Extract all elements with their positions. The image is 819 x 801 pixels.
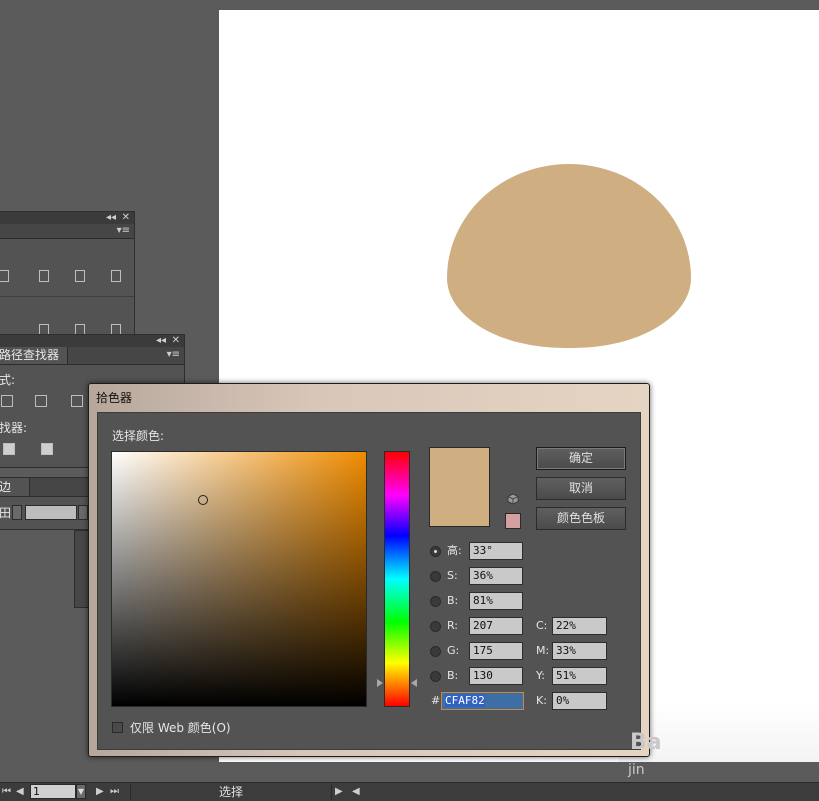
dialog-title: 拾色器: [96, 391, 133, 405]
hue-label: 高:: [447, 544, 462, 557]
color-picker-marker[interactable]: [198, 495, 209, 506]
collapse-icon[interactable]: ◂◂: [106, 212, 116, 224]
color-picker-dialog: 拾色器 选择颜色: 确定 取消 颜色色板 高: 33° S: 36% B: 81…: [88, 383, 650, 757]
saturation-label: S:: [447, 569, 458, 582]
yellow-input[interactable]: 51%: [552, 667, 607, 685]
weight-stepper[interactable]: [12, 505, 22, 520]
align-vcenter-icon[interactable]: [75, 270, 85, 282]
page-number-input[interactable]: 1: [30, 784, 76, 799]
pathfinder-tabbar: 路径查找器 ▾≡: [0, 347, 184, 365]
close-icon[interactable]: ✕: [122, 212, 130, 224]
yellow-label: Y:: [536, 669, 545, 682]
saturation-radio[interactable]: [430, 571, 441, 582]
shape-modes-label: 式:: [0, 373, 16, 387]
green-input[interactable]: 175: [469, 642, 523, 660]
magenta-input[interactable]: 33%: [552, 642, 607, 660]
hue-slider-left-arrow[interactable]: [377, 679, 383, 688]
align-left-icon[interactable]: [0, 270, 9, 282]
color-swatches-button[interactable]: 颜色色板: [536, 507, 626, 530]
panel-menu-icon[interactable]: ▾≡: [117, 225, 130, 237]
black-label: K:: [536, 694, 547, 707]
pathfinder-titlebar[interactable]: ◂◂ ✕: [0, 335, 184, 347]
saturation-brightness-field[interactable]: [111, 451, 367, 707]
red-label: R:: [447, 619, 459, 632]
weight-dropdown[interactable]: [78, 505, 88, 520]
hex-input-text: CFAF82: [445, 694, 485, 707]
page-dropdown-icon[interactable]: ▼: [76, 784, 86, 799]
hex-input[interactable]: CFAF82: [441, 692, 524, 710]
last-page-icon[interactable]: ⏭: [110, 786, 119, 798]
brightness-input[interactable]: 81%: [469, 592, 523, 610]
green-label: G:: [447, 644, 460, 657]
align-top-icon[interactable]: [39, 270, 49, 282]
divider: [0, 296, 134, 297]
weight-input[interactable]: [25, 505, 77, 520]
divide-icon[interactable]: [3, 443, 15, 455]
red-radio[interactable]: [430, 621, 441, 632]
cyan-input[interactable]: 22%: [552, 617, 607, 635]
red-input[interactable]: 207: [469, 617, 523, 635]
intersect-icon[interactable]: [35, 395, 47, 407]
align-panel-titlebar[interactable]: ◂◂ ✕: [0, 212, 134, 224]
align-panel: ◂◂ ✕ ▾≡: [0, 211, 135, 341]
scroll-left-icon[interactable]: ◀: [352, 786, 360, 798]
tab-pathfinder[interactable]: 路径查找器: [0, 347, 68, 364]
prev-page-icon[interactable]: ◀: [16, 786, 24, 798]
status-bar: ⏮ ◀ 1 ▼ ▶ ⏭ 选择 ▶ ◀: [0, 782, 819, 801]
minus-front-icon[interactable]: [1, 395, 13, 407]
blue-input[interactable]: 130: [469, 667, 523, 685]
exclude-icon[interactable]: [71, 395, 83, 407]
web-only-label: 仅限 Web 颜色(O): [130, 721, 231, 735]
first-page-icon[interactable]: ⏮: [2, 786, 11, 798]
out-of-web-gamut-icon[interactable]: [507, 493, 519, 505]
blue-label: B:: [447, 669, 459, 682]
cyan-label: C:: [536, 619, 548, 632]
dialog-body: 选择颜色: 确定 取消 颜色色板 高: 33° S: 36% B: 81% R:: [97, 412, 641, 750]
select-color-label: 选择颜色:: [112, 429, 165, 443]
web-only-checkbox[interactable]: [112, 722, 123, 733]
black-input[interactable]: 0%: [552, 692, 607, 710]
align-bottom-icon[interactable]: [111, 270, 121, 282]
green-radio[interactable]: [430, 646, 441, 657]
hex-prefix: #: [431, 694, 441, 707]
close-icon[interactable]: ✕: [172, 335, 180, 347]
hue-slider[interactable]: [384, 451, 410, 707]
magenta-label: M:: [536, 644, 550, 657]
current-tool-label: 选择: [130, 784, 332, 800]
next-page-icon[interactable]: ▶: [96, 786, 104, 798]
watermark-text: jin: [628, 762, 645, 778]
pathfinders-label: 找器:: [0, 421, 28, 435]
new-color-swatch: [429, 447, 490, 527]
tab-stroke[interactable]: 边: [0, 478, 30, 496]
web-safe-color-swatch[interactable]: [505, 513, 521, 529]
trim-icon[interactable]: [41, 443, 53, 455]
align-panel-tabbar: ▾≡: [0, 224, 134, 239]
hue-radio[interactable]: [430, 546, 441, 557]
status-menu-icon[interactable]: ▶: [335, 786, 343, 798]
stroke-panel: 边 田:: [0, 477, 90, 530]
saturation-input[interactable]: 36%: [469, 567, 523, 585]
panel-menu-icon[interactable]: ▾≡: [167, 349, 180, 361]
cancel-button[interactable]: 取消: [536, 477, 626, 500]
blue-radio[interactable]: [430, 671, 441, 682]
hue-slider-right-arrow[interactable]: [411, 679, 417, 688]
hue-input[interactable]: 33°: [469, 542, 523, 560]
watermark-logo: Ba: [630, 730, 662, 755]
stroke-tabbar: 边: [0, 478, 89, 497]
brightness-label: B:: [447, 594, 459, 607]
brightness-radio[interactable]: [430, 596, 441, 607]
collapse-icon[interactable]: ◂◂: [156, 335, 166, 347]
ok-button[interactable]: 确定: [536, 447, 626, 470]
